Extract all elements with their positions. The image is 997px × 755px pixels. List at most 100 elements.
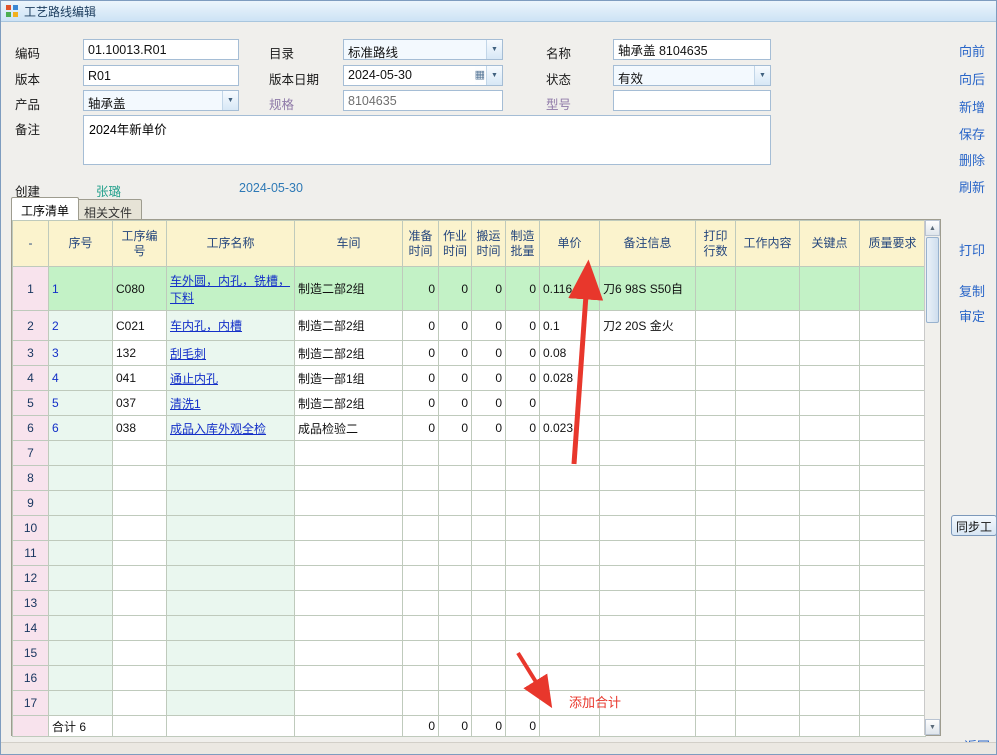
cell-prep-time[interactable] [403, 516, 439, 541]
cell-unit-price[interactable] [540, 391, 600, 416]
cell-work-time[interactable]: 0 [439, 311, 472, 341]
cell-work-content[interactable] [736, 541, 800, 566]
cell-unit-price[interactable] [540, 641, 600, 666]
cell-batch[interactable] [506, 541, 540, 566]
cell-move-time[interactable] [472, 591, 506, 616]
calendar-icon[interactable]: ▦ [475, 70, 485, 81]
cell-process-code[interactable] [113, 491, 167, 516]
cell-print-rows[interactable] [696, 516, 736, 541]
cell-seq[interactable] [49, 491, 113, 516]
cell-row-number[interactable]: 11 [13, 541, 49, 566]
cell-key-point[interactable] [800, 641, 860, 666]
cell-print-rows[interactable] [696, 691, 736, 716]
cell-work-content[interactable] [736, 491, 800, 516]
cell-work-time[interactable]: 0 [439, 416, 472, 441]
cell-process-name[interactable] [167, 566, 295, 591]
scroll-down-icon[interactable]: ▼ [925, 719, 940, 735]
table-row[interactable]: 9 [13, 491, 926, 516]
cell-move-time[interactable] [472, 541, 506, 566]
cell-workshop[interactable] [295, 541, 403, 566]
cell-seq[interactable]: 6 [49, 416, 113, 441]
cell-batch[interactable] [506, 691, 540, 716]
cell-work-time[interactable] [439, 466, 472, 491]
table-row[interactable]: 7 [13, 441, 926, 466]
cell-prep-time[interactable] [403, 691, 439, 716]
cell-process-name[interactable]: 通止内孔 [167, 366, 295, 391]
table-row[interactable]: 13 [13, 591, 926, 616]
cell-process-code[interactable] [113, 641, 167, 666]
cell-key-point[interactable] [800, 311, 860, 341]
cell-prep-time[interactable] [403, 541, 439, 566]
cell-process-name[interactable] [167, 616, 295, 641]
cell-move-time[interactable] [472, 491, 506, 516]
cell-prep-time[interactable]: 0 [403, 366, 439, 391]
cell-row-number[interactable]: 7 [13, 441, 49, 466]
cell-unit-price[interactable] [540, 591, 600, 616]
cell-workshop[interactable] [295, 691, 403, 716]
delete-button[interactable]: 删除 [959, 150, 997, 169]
cell-row-number[interactable]: 15 [13, 641, 49, 666]
cell-move-time[interactable]: 0 [472, 366, 506, 391]
cell-batch[interactable] [506, 516, 540, 541]
scrollbar-thumb[interactable] [926, 237, 939, 323]
cell-batch[interactable] [506, 641, 540, 666]
cell-unit-price[interactable]: 0.08 [540, 341, 600, 366]
cell-work-content[interactable] [736, 616, 800, 641]
cell-row-number[interactable]: 6 [13, 416, 49, 441]
cell-seq[interactable] [49, 591, 113, 616]
cell-prep-time[interactable]: 0 [403, 311, 439, 341]
cell-note[interactable] [600, 441, 696, 466]
cell-process-code[interactable] [113, 441, 167, 466]
cell-process-name[interactable] [167, 541, 295, 566]
cell-work-time[interactable] [439, 641, 472, 666]
cell-process-code[interactable]: 037 [113, 391, 167, 416]
cell-work-time[interactable] [439, 666, 472, 691]
cell-workshop[interactable] [295, 516, 403, 541]
cell-work-time[interactable] [439, 591, 472, 616]
cell-print-rows[interactable] [696, 666, 736, 691]
cell-print-rows[interactable] [696, 416, 736, 441]
table-row[interactable]: 44041通止内孔制造一部1组00000.028 [13, 366, 926, 391]
status-combo[interactable]: 有效 ▼ [613, 65, 771, 86]
table-row[interactable]: 11C080车外圆，内孔，铣槽，下料制造二部2组00000.116刀6 98S … [13, 267, 926, 311]
table-row[interactable]: 16 [13, 666, 926, 691]
cell-work-time[interactable] [439, 566, 472, 591]
cell-batch[interactable]: 0 [506, 267, 540, 311]
cell-prep-time[interactable]: 0 [403, 341, 439, 366]
cell-seq[interactable] [49, 566, 113, 591]
cell-process-code[interactable]: C080 [113, 267, 167, 311]
cell-row-number[interactable]: 12 [13, 566, 49, 591]
cell-work-time[interactable]: 0 [439, 391, 472, 416]
cell-batch[interactable] [506, 616, 540, 641]
cell-unit-price[interactable]: 0.116 [540, 267, 600, 311]
cell-move-time[interactable] [472, 516, 506, 541]
cell-note[interactable] [600, 391, 696, 416]
cell-process-name[interactable]: 成品入库外观全检 [167, 416, 295, 441]
name-input[interactable] [613, 39, 771, 60]
chevron-down-icon[interactable]: ▼ [486, 40, 502, 59]
cell-work-time[interactable] [439, 491, 472, 516]
cell-key-point[interactable] [800, 541, 860, 566]
cell-row-number[interactable]: 17 [13, 691, 49, 716]
cell-unit-price[interactable]: 0.028 [540, 366, 600, 391]
cell-work-content[interactable] [736, 366, 800, 391]
copy-button[interactable]: 复制 [959, 281, 997, 300]
cell-unit-price[interactable] [540, 691, 600, 716]
cell-work-time[interactable] [439, 516, 472, 541]
refresh-button[interactable]: 刷新 [959, 177, 997, 196]
cell-move-time[interactable]: 0 [472, 341, 506, 366]
table-row[interactable]: 22C021车内孔，内槽制造二部2组00000.1刀2 20S 金火 [13, 311, 926, 341]
cell-seq[interactable] [49, 441, 113, 466]
table-row[interactable]: 10 [13, 516, 926, 541]
cell-key-point[interactable] [800, 591, 860, 616]
cell-prep-time[interactable] [403, 616, 439, 641]
cell-note[interactable]: 刀2 20S 金火 [600, 311, 696, 341]
cell-row-number[interactable]: 4 [13, 366, 49, 391]
cell-work-content[interactable] [736, 311, 800, 341]
cell-seq[interactable] [49, 691, 113, 716]
cell-note[interactable] [600, 541, 696, 566]
cell-work-content[interactable] [736, 566, 800, 591]
cell-work-content[interactable] [736, 391, 800, 416]
cell-row-number[interactable]: 14 [13, 616, 49, 641]
cell-unit-price[interactable]: 0.1 [540, 311, 600, 341]
